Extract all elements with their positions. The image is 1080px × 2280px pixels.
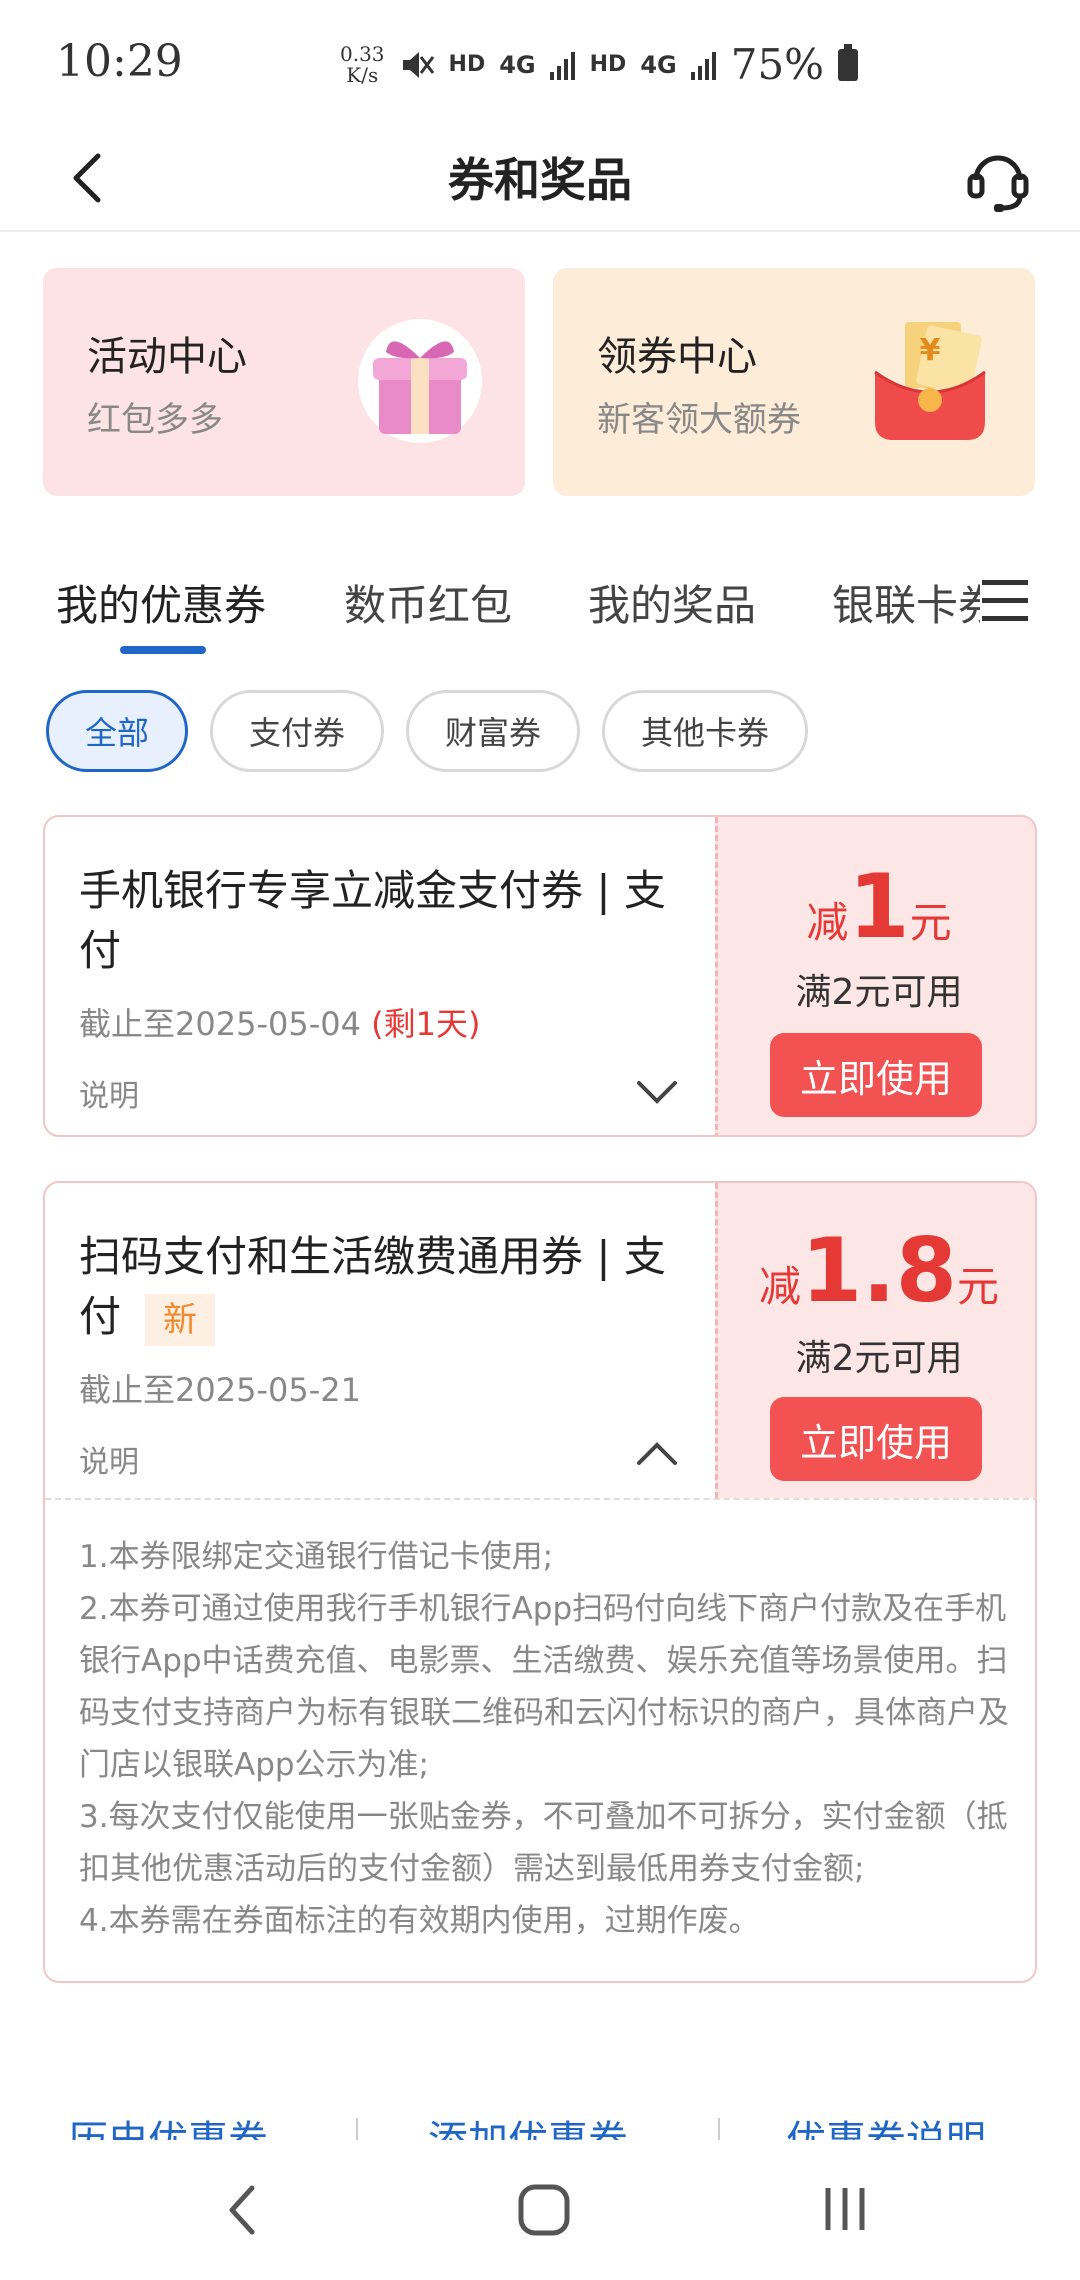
activity-center-subtitle: 红包多多 (87, 400, 223, 440)
bottom-links: 历史优惠券 添加优惠券 优惠券说明 (0, 2100, 1080, 2140)
signal-4g-icon: 4G (499, 50, 536, 79)
hd-label-2: HD (589, 52, 627, 77)
nav-home-icon[interactable] (516, 2182, 572, 2238)
chip-wealth[interactable]: 财富券 (406, 690, 580, 772)
rule-item: 4.本券需在券面标注的有效期内使用，过期作废。 (79, 1903, 760, 1939)
status-bar: 10:29 0.33 K/s HD 4G HD 4G 75% (0, 0, 1080, 130)
coupon-expiry: 截止至2025-05-04 (剩1天) (79, 1005, 481, 1043)
rule-item: 2.本券可通过使用我行手机银行App扫码付向线下商户付款及在手机银行App中话费… (79, 1591, 1009, 1783)
coupon-desc-label[interactable]: 说明 (79, 1437, 139, 1481)
activity-center-card[interactable]: 活动中心 红包多多 (43, 268, 525, 496)
coupon-tabs: 我的优惠券 数币红包 我的奖品 银联卡券 (0, 560, 1080, 670)
tab-digital-red-packets[interactable]: 数币红包 (344, 572, 512, 633)
signal-4g-icon-2: 4G (640, 50, 677, 79)
chevron-up-icon[interactable] (635, 1439, 679, 1469)
tab-my-prizes[interactable]: 我的奖品 (588, 572, 756, 633)
status-icons: 0.33 K/s HD 4G HD 4G 75% (340, 40, 859, 89)
tab-my-coupons[interactable]: 我的优惠券 (56, 572, 266, 633)
customer-service-icon[interactable] (966, 144, 1030, 214)
coupon-center-subtitle: 新客领大额券 (597, 400, 801, 440)
status-time: 10:29 (56, 36, 183, 87)
tab-unionpay-cards[interactable]: 银联卡券 (832, 572, 1000, 633)
chip-payment[interactable]: 支付券 (210, 690, 384, 772)
coupon-condition: 满2元可用 (795, 972, 963, 1013)
coupon-name: 手机银行专享立减金支付券 | 支付 (79, 866, 666, 975)
red-envelope-icon: ¥ (874, 322, 986, 440)
coupon-remaining: (剩1天) (371, 1005, 481, 1043)
coupon-card: 手机银行专享立减金支付券 | 支付 截止至2025-05-04 (剩1天) 说明… (43, 815, 1037, 1137)
signal-bars-icon-2 (690, 51, 716, 80)
coupon-card: 扫码支付和生活缴费通用券 | 支付新 截止至2025-05-21 说明 减1.8… (43, 1181, 1037, 1983)
gift-box-icon (358, 319, 482, 443)
coupon-expiry: 截止至2025-05-21 (79, 1371, 361, 1409)
nav-back-icon[interactable] (222, 2182, 262, 2238)
mute-icon (402, 51, 434, 78)
hd-label-1: HD (448, 52, 486, 77)
coupon-center-title: 领券中心 (597, 334, 757, 380)
coupon-value-panel: 减1.8元 满2元可用 立即使用 (715, 1183, 1035, 1498)
rule-item: 3.每次支付仅能使用一张贴金券，不可叠加不可拆分，实付金额（抵扣其他优惠活动后的… (79, 1799, 1008, 1887)
coupon-amount-value: 1 (848, 855, 910, 958)
rule-item: 1.本券限绑定交通银行借记卡使用; (79, 1539, 554, 1575)
nav-recents-icon[interactable] (820, 2184, 870, 2234)
system-nav-bar (0, 2140, 1080, 2280)
tab-menu-icon[interactable] (980, 572, 1030, 628)
use-now-button[interactable]: 立即使用 (770, 1397, 982, 1481)
coupon-desc-label[interactable]: 说明 (79, 1071, 139, 1115)
rules-divider (45, 1498, 1035, 1500)
activity-center-title: 活动中心 (87, 334, 247, 380)
link-separator (356, 2118, 358, 2140)
history-coupons-link[interactable]: 历史优惠券 (68, 2108, 268, 2140)
signal-bars-icon (549, 51, 575, 80)
coupon-name: 扫码支付和生活缴费通用券 | 支付新 (79, 1227, 699, 1347)
coupon-center-card[interactable]: 领券中心 新客领大额券 ¥ (553, 268, 1035, 496)
filter-chips: 全部 支付券 财富券 其他卡券 (0, 690, 1080, 780)
chip-all[interactable]: 全部 (46, 690, 188, 772)
coupon-amount-value: 1.8 (801, 1219, 957, 1322)
chip-other-cards[interactable]: 其他卡券 (602, 690, 808, 772)
coupon-condition: 满2元可用 (795, 1338, 963, 1379)
add-coupon-link[interactable]: 添加优惠券 (428, 2108, 628, 2140)
new-badge: 新 (145, 1293, 216, 1346)
chevron-down-icon[interactable] (635, 1077, 679, 1107)
coupon-amount: 减1.8元 (759, 1219, 999, 1322)
use-now-button[interactable]: 立即使用 (770, 1033, 982, 1117)
link-separator (718, 2118, 720, 2140)
net-speed: 0.33 K/s (340, 41, 385, 87)
coupon-info-link[interactable]: 优惠券说明 (786, 2108, 986, 2140)
coupon-rules: 1.本券限绑定交通银行借记卡使用; 2.本券可通过使用我行手机银行App扫码付向… (79, 1531, 1019, 1947)
svg-text:¥: ¥ (920, 333, 941, 368)
coupon-info: 扫码支付和生活缴费通用券 | 支付新 截止至2025-05-21 说明 (45, 1183, 715, 1498)
page-title: 券和奖品 (448, 153, 632, 207)
coupon-amount: 减1元 (806, 855, 952, 958)
active-tab-indicator (120, 646, 206, 654)
coupon-value-panel: 减1元 满2元可用 立即使用 (715, 817, 1035, 1135)
coupon-info: 手机银行专享立减金支付券 | 支付 截止至2025-05-04 (剩1天) 说明 (45, 817, 715, 1135)
battery-percent: 75% (730, 40, 825, 89)
battery-icon (838, 43, 859, 81)
top-app-bar: 券和奖品 (0, 130, 1080, 232)
